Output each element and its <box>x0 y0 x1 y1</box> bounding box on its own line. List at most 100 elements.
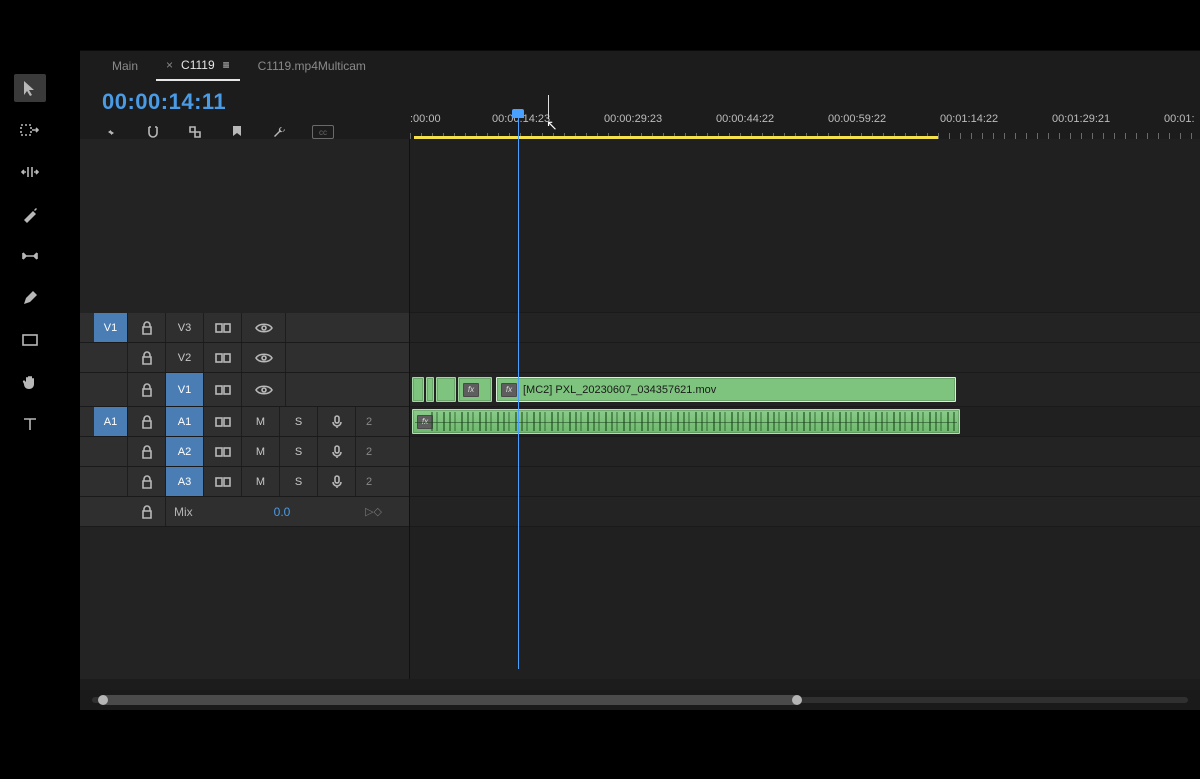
selection-tool[interactable] <box>14 74 46 102</box>
fx-badge-icon: fx <box>463 383 479 397</box>
ripple-edit-tool[interactable] <box>14 158 46 186</box>
waveform <box>431 412 957 431</box>
channel-count: 2 <box>356 467 382 496</box>
sync-lock-icon[interactable] <box>204 313 242 342</box>
track-header-a1[interactable]: A1 A1 M S 2 <box>80 407 409 437</box>
lock-icon[interactable] <box>128 343 166 372</box>
tab-label: C1119 <box>181 58 215 72</box>
clip-label: [MC2] PXL_20230607_034357621.mov <box>523 384 716 396</box>
timeline-zoom-scrollbar[interactable] <box>80 690 1200 710</box>
source-patch-empty[interactable] <box>94 343 128 372</box>
track-header-a3[interactable]: A3 M S 2 <box>80 467 409 497</box>
clip-area[interactable]: fx fx [MC2] PXL_20230607_034357621.mov f… <box>410 139 1200 679</box>
keyframe-icon[interactable]: ▷◇ <box>342 505 382 518</box>
track-target-v3[interactable]: V3 <box>166 313 204 342</box>
slip-tool[interactable] <box>14 242 46 270</box>
app-bottom-letterbox <box>0 729 1200 779</box>
type-tool[interactable] <box>14 410 46 438</box>
video-clip-segment[interactable]: fx <box>458 377 492 402</box>
track-target-a2[interactable]: A2 <box>166 437 204 466</box>
channel-count: 2 <box>356 437 382 466</box>
source-patch-a1[interactable]: A1 <box>94 407 128 436</box>
voiceover-icon[interactable] <box>318 407 356 436</box>
zoom-handle-right[interactable] <box>792 695 802 705</box>
lock-icon[interactable] <box>128 373 166 406</box>
ruler-tick-label: :00:00 <box>410 113 441 125</box>
lock-icon[interactable] <box>128 467 166 496</box>
app-top-letterbox <box>0 0 1200 44</box>
scrollbar-thumb[interactable] <box>100 695 800 705</box>
solo-button[interactable]: S <box>280 467 318 496</box>
lane-v1[interactable]: fx fx [MC2] PXL_20230607_034357621.mov <box>410 373 1200 407</box>
channel-count: 2 <box>356 407 382 436</box>
video-clip-segment[interactable] <box>436 377 456 402</box>
track-header-v3[interactable]: V1 V3 <box>80 313 409 343</box>
lane-mix[interactable] <box>410 497 1200 527</box>
track-target-v1[interactable]: V1 <box>166 373 204 406</box>
lane-a1[interactable]: fx <box>410 407 1200 437</box>
sync-lock-icon[interactable] <box>204 373 242 406</box>
eye-icon[interactable] <box>242 313 286 342</box>
video-clip-segment[interactable] <box>426 377 434 402</box>
source-patch-empty[interactable] <box>94 373 128 406</box>
eye-icon[interactable] <box>242 343 286 372</box>
tab-main[interactable]: Main <box>102 51 148 81</box>
mix-label: Mix <box>166 505 222 519</box>
video-clip-segment[interactable] <box>412 377 424 402</box>
track-target-a3[interactable]: A3 <box>166 467 204 496</box>
zoom-handle-left[interactable] <box>98 695 108 705</box>
panel-menu-icon[interactable]: ≡ <box>223 58 230 72</box>
sync-lock-icon[interactable] <box>204 467 242 496</box>
solo-button[interactable]: S <box>280 407 318 436</box>
tool-palette <box>14 74 60 438</box>
voiceover-icon[interactable] <box>318 437 356 466</box>
sequence-tabs: Main × C1119 ≡ C1119.mp4Multicam <box>80 51 1200 81</box>
ruler-tick-label: 00:00:59:22 <box>828 113 886 125</box>
captions-icon[interactable]: cc <box>312 125 334 139</box>
track-header-v2[interactable]: V2 <box>80 343 409 373</box>
lock-icon[interactable] <box>128 437 166 466</box>
mix-volume-value[interactable]: 0.0 <box>222 505 342 519</box>
ruler-tick-label: 00:00:44:22 <box>716 113 774 125</box>
voiceover-icon[interactable] <box>318 467 356 496</box>
lane-a2[interactable] <box>410 437 1200 467</box>
hand-tool[interactable] <box>14 368 46 396</box>
lane-a3[interactable] <box>410 467 1200 497</box>
ruler-tick-label: 00:01:29:21 <box>1052 113 1110 125</box>
track-target-v2[interactable]: V2 <box>166 343 204 372</box>
tab-multicam[interactable]: C1119.mp4Multicam <box>248 51 376 81</box>
sync-lock-icon[interactable] <box>204 437 242 466</box>
video-clip-main[interactable]: fx [MC2] PXL_20230607_034357621.mov <box>496 377 956 402</box>
solo-button[interactable]: S <box>280 437 318 466</box>
mute-button[interactable]: M <box>242 407 280 436</box>
track-target-a1[interactable]: A1 <box>166 407 204 436</box>
source-patch-empty[interactable] <box>94 437 128 466</box>
eye-icon[interactable] <box>242 373 286 406</box>
track-select-tool[interactable] <box>14 116 46 144</box>
track-header-a2[interactable]: A2 M S 2 <box>80 437 409 467</box>
mute-button[interactable]: M <box>242 467 280 496</box>
razor-tool[interactable] <box>14 200 46 228</box>
source-patch-empty[interactable] <box>94 467 128 496</box>
pen-tool[interactable] <box>14 284 46 312</box>
lane-v3[interactable] <box>410 313 1200 343</box>
sync-lock-icon[interactable] <box>204 343 242 372</box>
close-icon[interactable]: × <box>166 58 173 72</box>
playhead[interactable] <box>518 109 519 669</box>
tab-c1119[interactable]: × C1119 ≡ <box>156 51 240 81</box>
track-header-mix[interactable]: Mix 0.0 ▷◇ <box>80 497 409 527</box>
time-ruler[interactable]: :00:00 00:00:14:23 00:00:29:23 00:00:44:… <box>410 109 1200 139</box>
tracks-region: V1 V3 V2 V1 <box>80 139 1200 679</box>
audio-clip[interactable]: fx <box>412 409 960 434</box>
fx-badge-icon: fx <box>501 383 517 397</box>
lock-icon[interactable] <box>128 407 166 436</box>
lock-icon[interactable] <box>128 313 166 342</box>
sync-lock-icon[interactable] <box>204 407 242 436</box>
lane-v2[interactable] <box>410 343 1200 373</box>
track-header-v1[interactable]: V1 <box>80 373 409 407</box>
rectangle-tool[interactable] <box>14 326 46 354</box>
playhead-timecode[interactable]: 00:00:14:11 <box>102 89 226 115</box>
lock-icon[interactable] <box>128 497 166 526</box>
mute-button[interactable]: M <box>242 437 280 466</box>
source-patch-v1[interactable]: V1 <box>94 313 128 342</box>
